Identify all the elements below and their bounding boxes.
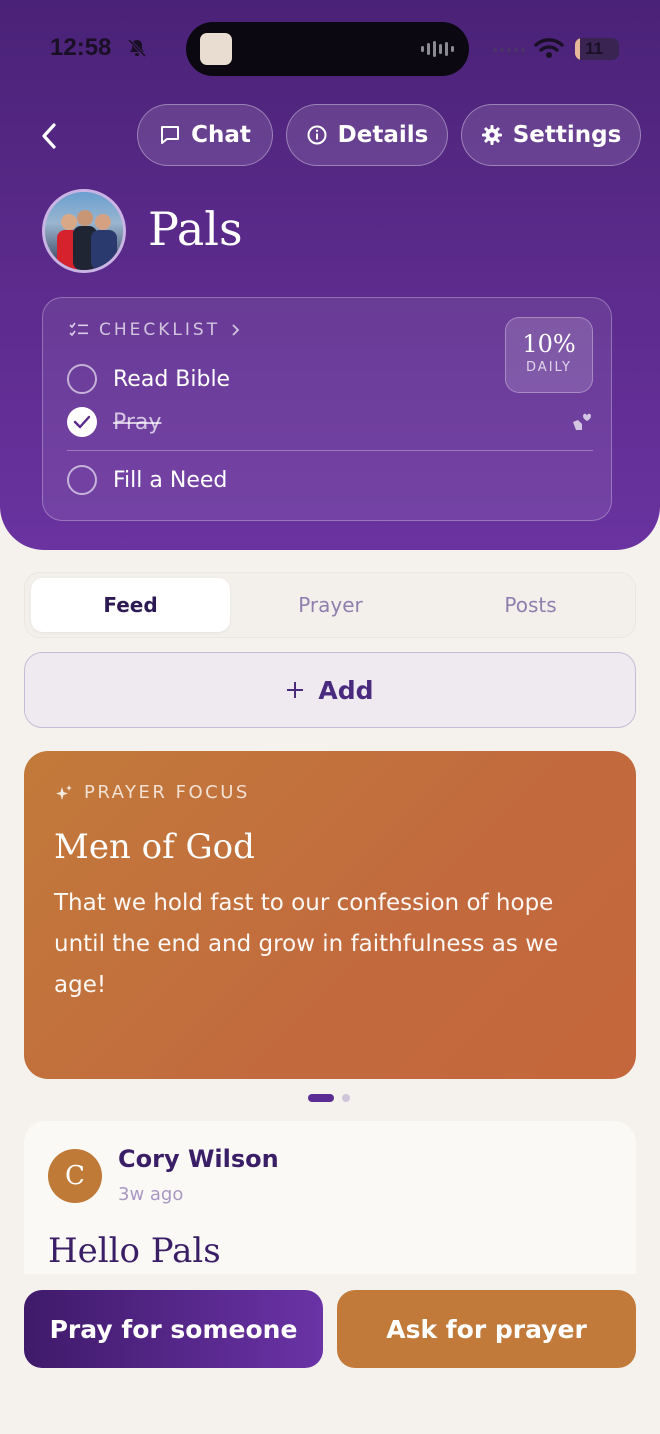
add-button[interactable]: Add bbox=[24, 652, 636, 728]
page-dot-active[interactable] bbox=[308, 1094, 334, 1102]
checklist-item-label: Pray bbox=[113, 409, 162, 435]
checklist-icon bbox=[69, 322, 88, 337]
carousel-pagination bbox=[308, 1094, 350, 1102]
audio-wave-icon bbox=[421, 41, 454, 57]
battery-percent: 11 bbox=[585, 39, 603, 58]
prayer-focus-body: That we hold fast to our confession of h… bbox=[54, 890, 559, 998]
checklist-item-read-bible[interactable]: Read Bible bbox=[67, 364, 230, 394]
settings-button[interactable]: Settings bbox=[461, 104, 641, 166]
checklist-item-label: Read Bible bbox=[113, 366, 231, 392]
cellular-signal-icon bbox=[493, 48, 525, 52]
sparkles-icon bbox=[56, 784, 72, 800]
dynamic-island bbox=[186, 22, 469, 76]
praying-hands-icon bbox=[573, 413, 591, 430]
plus-icon bbox=[287, 682, 304, 698]
checklist-card: CHECKLIST Read Bible Pray Fill a Need 10… bbox=[42, 297, 612, 521]
prayer-focus-label: PRAYER FOCUS bbox=[84, 782, 250, 803]
checklist-title: CHECKLIST bbox=[99, 320, 221, 340]
post-title: Hello Pals bbox=[48, 1231, 221, 1271]
bottom-action-bar: Pray for someone Ask for prayer bbox=[0, 1274, 660, 1434]
settings-label: Settings bbox=[512, 122, 622, 148]
back-chevron-icon[interactable] bbox=[38, 122, 60, 150]
group-photo bbox=[57, 210, 117, 270]
battery-level-fill bbox=[575, 38, 580, 60]
unchecked-circle-icon[interactable] bbox=[67, 465, 97, 495]
tab-prayer[interactable]: Prayer bbox=[231, 578, 430, 632]
daily-percent: 10% bbox=[522, 330, 576, 358]
pray-for-someone-button[interactable]: Pray for someone bbox=[24, 1290, 323, 1368]
tab-posts[interactable]: Posts bbox=[431, 578, 630, 632]
prayer-focus-card[interactable]: PRAYER FOCUS Men of God That we hold fas… bbox=[24, 751, 636, 1079]
daily-progress-badge: 10% DAILY bbox=[505, 317, 593, 393]
checklist-item-label: Fill a Need bbox=[113, 467, 228, 493]
battery-indicator: 11 bbox=[575, 38, 619, 60]
unchecked-circle-icon[interactable] bbox=[67, 364, 97, 394]
add-label: Add bbox=[318, 675, 374, 705]
checklist-item-pray[interactable]: Pray bbox=[67, 407, 161, 437]
prayer-focus-header: PRAYER FOCUS bbox=[54, 782, 250, 803]
info-icon bbox=[307, 125, 327, 145]
group-avatar[interactable] bbox=[42, 189, 126, 273]
post-timestamp: 3w ago bbox=[118, 1184, 184, 1205]
checklist-item-fill-a-need[interactable]: Fill a Need bbox=[67, 465, 227, 495]
chevron-right-icon bbox=[232, 324, 240, 336]
gear-icon bbox=[481, 125, 502, 145]
author-avatar[interactable]: C bbox=[48, 1149, 102, 1203]
chat-button[interactable]: Chat bbox=[137, 104, 273, 166]
now-playing-thumbnail bbox=[200, 33, 232, 65]
prayer-focus-title: Men of God bbox=[54, 827, 255, 867]
daily-label: DAILY bbox=[526, 360, 572, 375]
chat-bubble-icon bbox=[161, 126, 180, 144]
checklist-header[interactable]: CHECKLIST bbox=[69, 320, 242, 340]
page-dot[interactable] bbox=[342, 1094, 350, 1102]
wifi-icon bbox=[534, 38, 564, 58]
status-time: 12:58 bbox=[50, 34, 112, 61]
details-button[interactable]: Details bbox=[286, 104, 448, 166]
tab-feed[interactable]: Feed bbox=[31, 578, 230, 632]
chat-label: Chat bbox=[191, 122, 251, 148]
checklist-divider bbox=[67, 450, 593, 451]
ask-for-prayer-button[interactable]: Ask for prayer bbox=[337, 1290, 636, 1368]
group-name: Pals bbox=[148, 202, 243, 256]
details-label: Details bbox=[337, 122, 429, 148]
checked-circle-icon[interactable] bbox=[67, 407, 97, 437]
feed-tabs: Feed Prayer Posts bbox=[24, 572, 636, 638]
bell-slash-icon bbox=[127, 38, 147, 58]
post-author[interactable]: Cory Wilson bbox=[118, 1145, 279, 1173]
group-header: 12:58 11 Chat Details Settings Pals CHEC… bbox=[0, 0, 660, 550]
